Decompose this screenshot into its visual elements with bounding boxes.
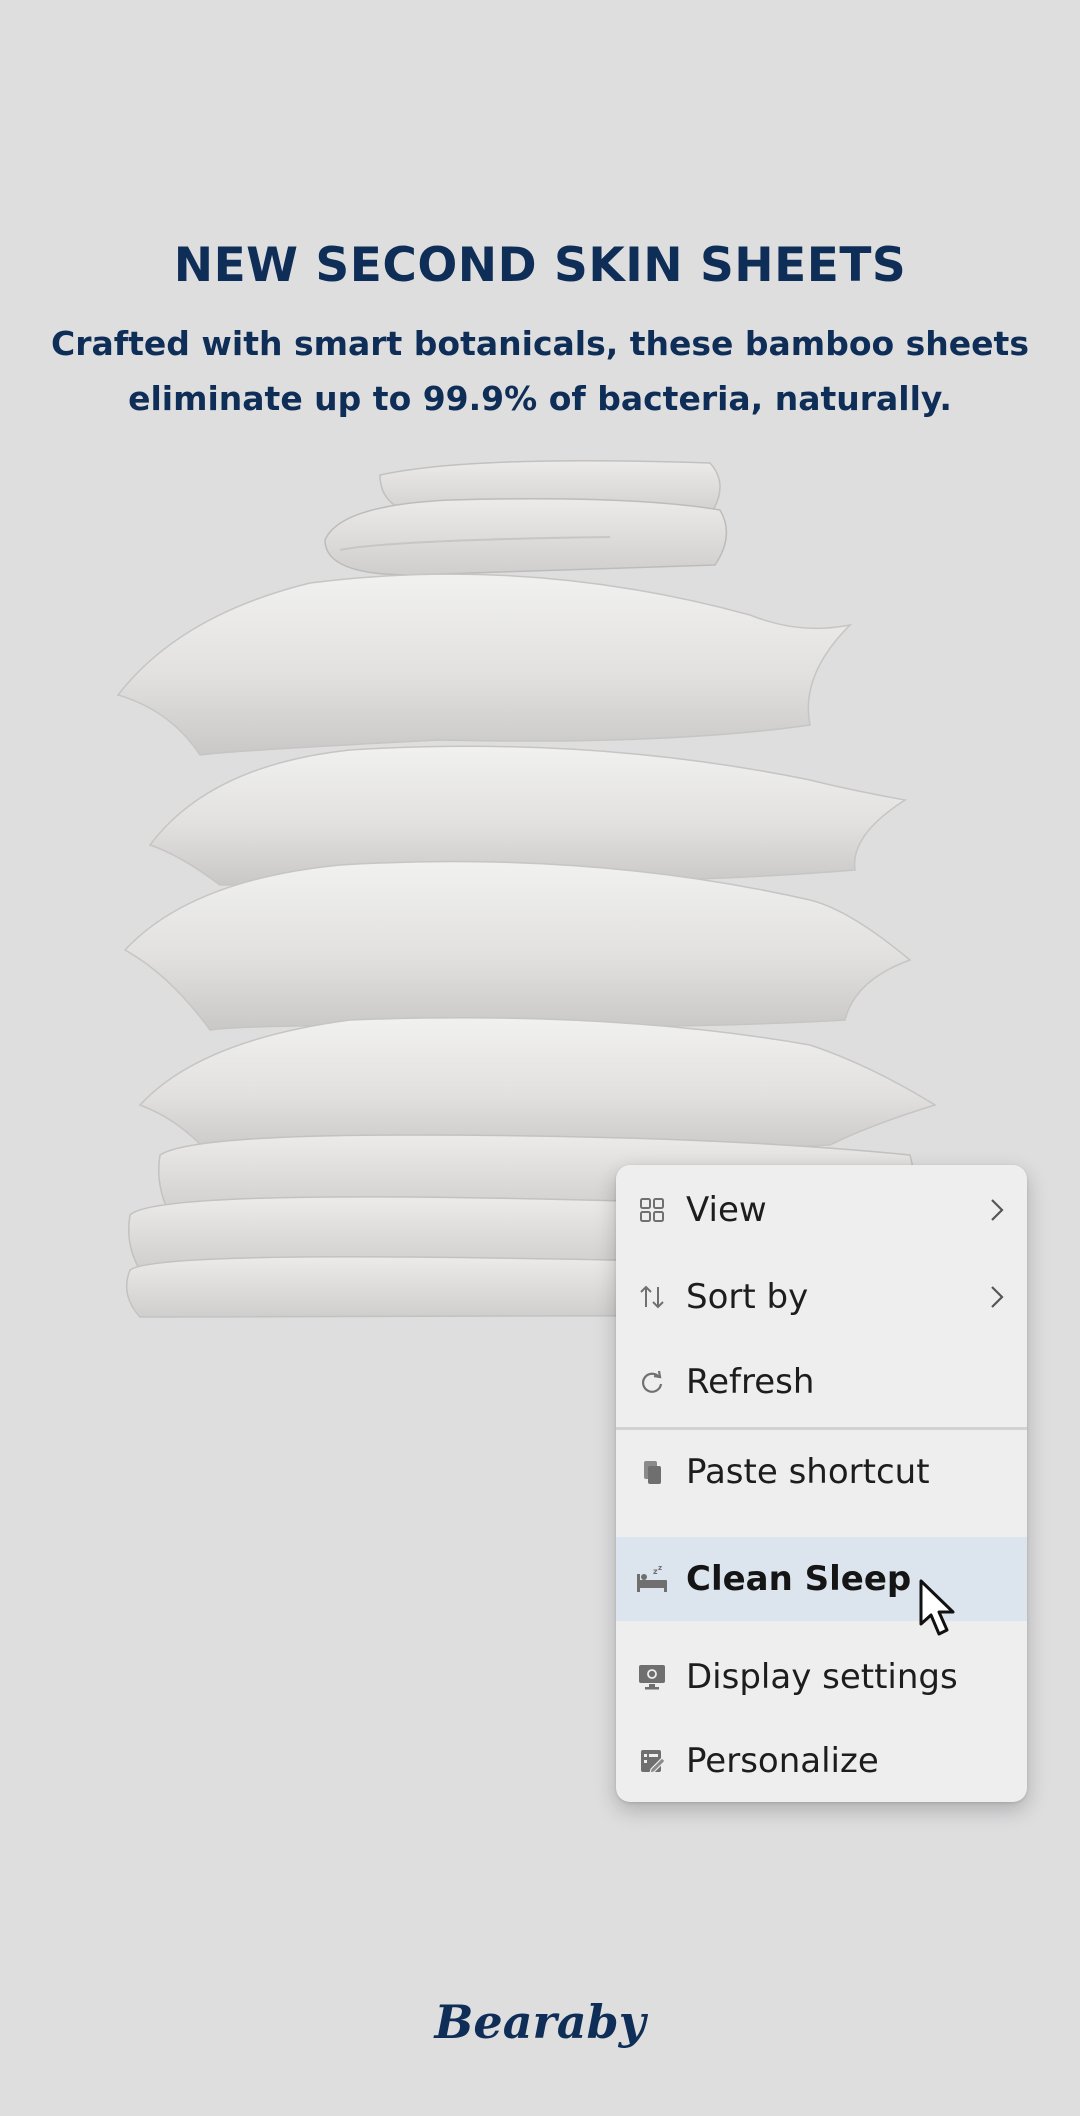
menu-item-sort-by[interactable]: Sort by <box>616 1255 1027 1339</box>
chevron-right-icon <box>991 1286 1004 1308</box>
brand-logo: Bearaby <box>433 1995 649 2049</box>
personalize-icon <box>634 1743 670 1779</box>
menu-item-label: Paste shortcut <box>686 1452 930 1492</box>
ad-subheadline: Crafted with smart botanicals, these bam… <box>51 324 1029 418</box>
ad-headline: NEW SECOND SKIN SHEETS <box>173 238 907 293</box>
monitor-settings-icon <box>634 1659 670 1695</box>
svg-text:Bearaby: Bearaby <box>433 1995 649 2049</box>
grid-icon <box>634 1192 670 1228</box>
menu-item-label: Refresh <box>686 1362 815 1402</box>
menu-item-label: Personalize <box>686 1741 879 1781</box>
sleep-bed-icon: z z <box>634 1561 670 1597</box>
menu-item-clean-sleep[interactable]: z z Clean Sleep <box>616 1537 1027 1621</box>
refresh-icon <box>634 1364 670 1400</box>
svg-text:z: z <box>658 1564 662 1572</box>
context-menu: View Sort by Refresh Paste shortcut z z … <box>616 1165 1027 1802</box>
paste-icon <box>634 1454 670 1490</box>
menu-item-view[interactable]: View <box>616 1165 1027 1255</box>
sort-arrows-icon <box>634 1279 670 1315</box>
menu-item-paste-shortcut[interactable]: Paste shortcut <box>616 1430 1027 1514</box>
menu-item-label: Clean Sleep <box>686 1559 912 1599</box>
menu-item-refresh[interactable]: Refresh <box>616 1339 1027 1425</box>
mouse-cursor-icon <box>919 1579 955 1636</box>
menu-item-label: Sort by <box>686 1277 809 1317</box>
menu-item-label: Display settings <box>686 1657 958 1697</box>
menu-item-label: View <box>686 1190 767 1230</box>
menu-item-display-settings[interactable]: Display settings <box>616 1635 1027 1719</box>
menu-item-personalize[interactable]: Personalize <box>616 1719 1027 1802</box>
chevron-right-icon <box>991 1199 1004 1221</box>
